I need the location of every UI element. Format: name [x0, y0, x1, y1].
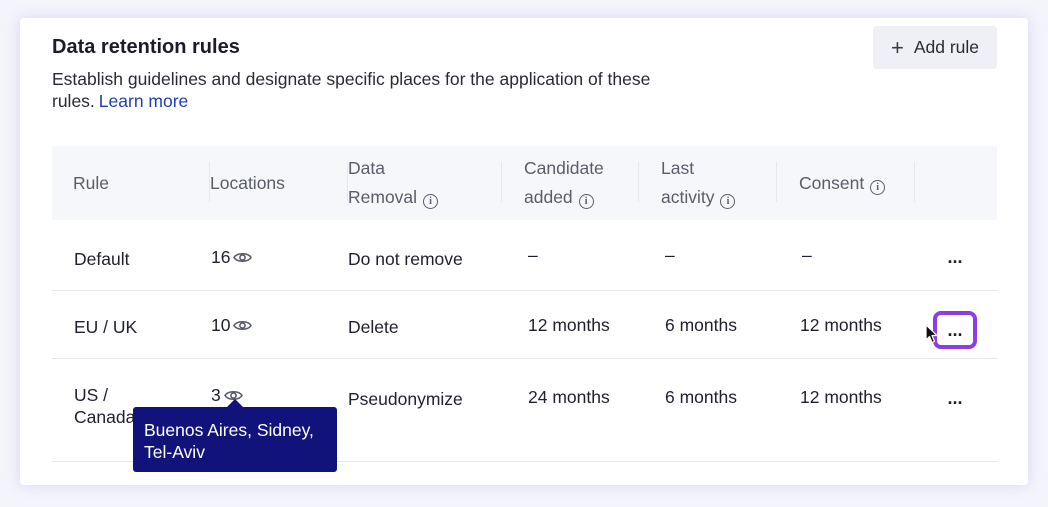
column-header-rule[interactable]: Rule [73, 146, 210, 220]
column-label: activity [661, 187, 715, 207]
eye-icon[interactable] [233, 251, 253, 264]
column-label: Consent [799, 172, 865, 193]
candidate-added: – [528, 245, 538, 265]
locations-value: 3 [211, 385, 221, 405]
column-divider [501, 162, 502, 202]
rule-name: EU / UK [74, 317, 138, 337]
column-label: Data [348, 158, 385, 178]
locations-count: 16 [211, 246, 253, 268]
column-label: Last [661, 158, 695, 178]
consent: – [802, 245, 812, 265]
candidate-added: 24 months [528, 387, 610, 407]
learn-more-link[interactable]: Learn more [99, 91, 189, 111]
more-icon[interactable]: ... [940, 248, 970, 266]
add-rule-label: Add rule [913, 37, 980, 57]
column-label: Rule [73, 172, 109, 193]
rules-table: Rule Locations Data Removal i Candidate a… [52, 146, 997, 462]
info-icon[interactable]: i [423, 194, 439, 209]
info-icon[interactable]: i [720, 194, 736, 209]
consent: 12 months [800, 315, 882, 335]
page-title: Data retention rules [52, 36, 240, 58]
column-header-locations[interactable]: Locations [210, 146, 348, 220]
table-row[interactable]: EU / UK 10 Delete 12 months 6 months 12 … [52, 290, 997, 359]
more-icon[interactable]: ... [947, 321, 962, 339]
column-header-data-removal[interactable]: Data Removal i [348, 146, 502, 220]
data-removal: Do not remove [348, 249, 463, 269]
consent: 12 months [800, 387, 882, 407]
locations-value: 10 [211, 315, 231, 335]
column-header-last-activity[interactable]: Last activity i [661, 146, 777, 220]
info-icon[interactable]: i [870, 179, 886, 195]
rule-name: Default [74, 249, 130, 269]
info-icon[interactable]: i [578, 194, 594, 209]
candidate-added: 12 months [528, 315, 610, 335]
table-row[interactable]: Default 16 Do not remove – – – ... [52, 220, 997, 291]
table-header: Rule Locations Data Removal i Candidate a… [52, 146, 997, 220]
last-activity: 6 months [665, 387, 737, 407]
last-activity: 6 months [665, 315, 737, 335]
locations-count: 10 [211, 314, 253, 336]
column-divider [914, 162, 915, 202]
plus-icon: + [890, 34, 904, 60]
locations-tooltip: Buenos Aires, Sidney, Tel-Aviv [133, 399, 337, 472]
column-header-candidate-added[interactable]: Candidate added i [524, 146, 639, 220]
page-description: Establish guidelines and designate speci… [52, 68, 692, 112]
data-removal: Pseudonymize [348, 389, 463, 409]
column-divider [638, 162, 639, 202]
column-divider [776, 162, 777, 202]
more-button-focused[interactable]: ... [933, 311, 977, 349]
column-label: Locations [210, 172, 285, 193]
eye-icon[interactable] [233, 319, 253, 332]
data-removal: Delete [348, 317, 399, 337]
column-label: Removal [348, 187, 418, 207]
mouse-cursor-icon [925, 324, 938, 344]
column-label: Candidate [524, 158, 604, 178]
more-icon[interactable]: ... [940, 389, 970, 407]
last-activity: – [665, 245, 675, 265]
column-header-consent[interactable]: Consent i [799, 146, 915, 220]
add-rule-button[interactable]: + Add rule [873, 26, 997, 69]
column-label: added [524, 187, 573, 207]
locations-value: 16 [211, 247, 231, 267]
